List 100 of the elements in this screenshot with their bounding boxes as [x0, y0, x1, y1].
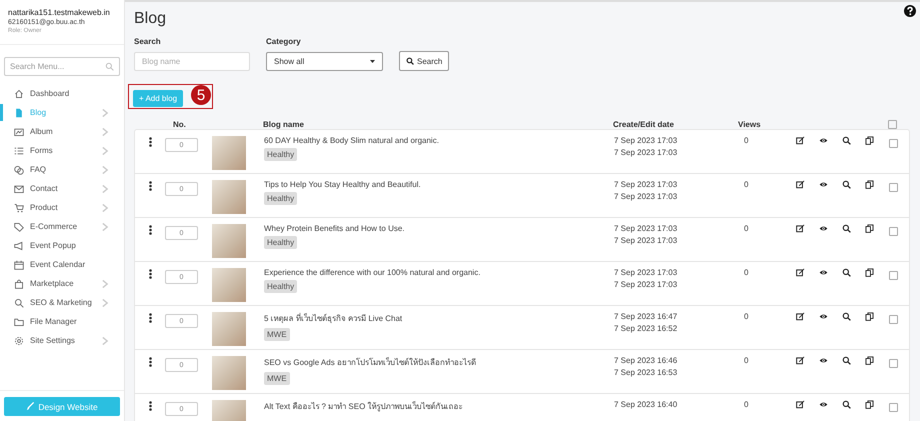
- view-count: 0: [743, 224, 750, 233]
- search-icon[interactable]: [842, 136, 851, 145]
- sidebar-item[interactable]: Contact: [0, 179, 124, 198]
- photo-placeholder: [212, 312, 246, 346]
- sidebar-item[interactable]: Dashboard: [0, 84, 124, 103]
- category-tag: Healthy: [264, 280, 298, 293]
- sidebar-item[interactable]: SEO & Marketing: [0, 293, 124, 312]
- created-date: 7 Sep 2023 16:47: [614, 312, 678, 321]
- copy-icon[interactable]: [865, 268, 874, 277]
- search-icon[interactable]: [842, 356, 851, 365]
- edit-icon[interactable]: [796, 224, 805, 233]
- eye-icon[interactable]: [819, 224, 828, 233]
- vertical-dots-icon[interactable]: [148, 225, 152, 235]
- search-icon[interactable]: [842, 268, 851, 277]
- edited-date: 7 Sep 2023 17:03: [614, 280, 678, 289]
- column-header: No.: [172, 120, 187, 129]
- edit-icon[interactable]: [796, 136, 805, 145]
- vertical-dots-icon[interactable]: [148, 357, 152, 367]
- photo-placeholder: [212, 356, 246, 390]
- search-icon[interactable]: [842, 224, 851, 233]
- sidebar-item[interactable]: Marketplace: [0, 274, 124, 293]
- sidebar-item[interactable]: E-Commerce: [0, 217, 124, 236]
- sidebar-item[interactable]: Event Calendar: [0, 255, 124, 274]
- search-icon[interactable]: [842, 400, 851, 409]
- edit-icon[interactable]: [796, 400, 805, 409]
- created-date: 7 Sep 2023 17:03: [614, 268, 678, 277]
- copy-icon[interactable]: [865, 224, 874, 233]
- category-label: Category: [266, 37, 302, 46]
- folder-icon: [14, 316, 24, 326]
- category-tag: Healthy: [264, 236, 298, 249]
- vertical-dots-icon[interactable]: [148, 269, 152, 279]
- help-icon[interactable]: [904, 5, 916, 17]
- eye-icon[interactable]: [819, 180, 828, 189]
- created-date: 7 Sep 2023 16:40: [614, 400, 678, 409]
- eye-icon[interactable]: [819, 312, 828, 321]
- edited-date: 7 Sep 2023 16:53: [614, 368, 678, 377]
- blog-title: Whey Protein Benefits and How to Use.: [264, 224, 405, 233]
- row-checkbox[interactable]: [889, 139, 898, 148]
- edit-icon[interactable]: [796, 268, 805, 277]
- sidebar-item[interactable]: Forms: [0, 141, 124, 160]
- category-dropdown[interactable]: Show all: [266, 52, 383, 71]
- sidebar-item[interactable]: Site Settings: [0, 331, 124, 350]
- eye-icon[interactable]: [819, 268, 828, 277]
- blog-name-field[interactable]: Blog name: [134, 52, 250, 71]
- photo-placeholder: [212, 268, 246, 302]
- gear-icon: [14, 336, 24, 346]
- row-checkbox[interactable]: [889, 315, 898, 324]
- eye-icon[interactable]: [819, 136, 828, 145]
- search-icon: [14, 298, 24, 308]
- row-checkbox[interactable]: [889, 227, 898, 236]
- category-tag: Healthy: [264, 148, 298, 161]
- view-count: 0: [743, 400, 750, 409]
- vertical-dots-icon[interactable]: [148, 181, 152, 191]
- sidebar-item[interactable]: Album: [0, 122, 124, 141]
- view-count: 0: [743, 268, 750, 277]
- created-date: 7 Sep 2023 16:46: [614, 356, 678, 365]
- row-checkbox[interactable]: [889, 359, 898, 368]
- chat-bubbles-icon: [14, 164, 24, 174]
- sidebar-item[interactable]: File Manager: [0, 312, 124, 331]
- sidebar-item[interactable]: FAQ: [0, 160, 124, 179]
- copy-icon[interactable]: [865, 136, 874, 145]
- blog-title: Alt Text คืออะไร ? มาทำ SEO ให้รูปภาพบนเว็บไซต์กันเถอะ: [264, 400, 463, 413]
- edit-icon[interactable]: [796, 312, 805, 321]
- copy-icon[interactable]: [865, 312, 874, 321]
- search-icon[interactable]: [842, 180, 851, 189]
- row-checkbox[interactable]: [889, 183, 898, 192]
- bag-icon: [14, 278, 24, 288]
- copy-icon[interactable]: [865, 356, 874, 365]
- eye-icon[interactable]: [819, 400, 828, 409]
- view-count: 0: [743, 180, 750, 189]
- sidebar-item[interactable]: Product: [0, 198, 124, 217]
- site-domain: nattarika151.testmakeweb.in: [8, 8, 111, 17]
- category-tag: MWE: [264, 328, 290, 341]
- eye-icon[interactable]: [819, 356, 828, 365]
- view-count: 0: [743, 356, 750, 365]
- vertical-dots-icon[interactable]: [148, 313, 152, 323]
- column-header: Blog name: [263, 120, 305, 129]
- copy-icon[interactable]: [865, 400, 874, 409]
- copy-icon[interactable]: [865, 180, 874, 189]
- edit-icon[interactable]: [796, 180, 805, 189]
- row-checkbox[interactable]: [889, 271, 898, 280]
- category-tag: Healthy: [264, 192, 298, 205]
- photo-placeholder: [212, 224, 246, 258]
- blog-title: Tips to Help You Stay Healthy and Beautiful.: [264, 180, 421, 189]
- search-menu-field[interactable]: Search Menu...: [4, 57, 120, 76]
- search-button[interactable]: Search: [399, 51, 450, 71]
- edited-date: 7 Sep 2023 17:03: [614, 236, 678, 245]
- search-icon[interactable]: [842, 312, 851, 321]
- blog-title: 60 DAY Healthy & Body Slim natural and organic.: [264, 136, 439, 145]
- sidebar-item[interactable]: Event Popup: [0, 236, 124, 255]
- blog-title: 5 เหตุผล ที่เว็บไซต์ธุรกิจ ควรมี Live Chat: [264, 312, 402, 325]
- blog-title: Experience the difference with our 100% natural and organic.: [264, 268, 480, 277]
- edit-icon[interactable]: [796, 356, 805, 365]
- page-title: Blog: [134, 10, 168, 28]
- photo-placeholder: [212, 136, 246, 170]
- vertical-dots-icon[interactable]: [148, 137, 152, 147]
- vertical-dots-icon[interactable]: [148, 401, 152, 411]
- created-date: 7 Sep 2023 17:03: [614, 224, 678, 233]
- row-checkbox[interactable]: [889, 403, 898, 412]
- photo-placeholder: [212, 180, 246, 214]
